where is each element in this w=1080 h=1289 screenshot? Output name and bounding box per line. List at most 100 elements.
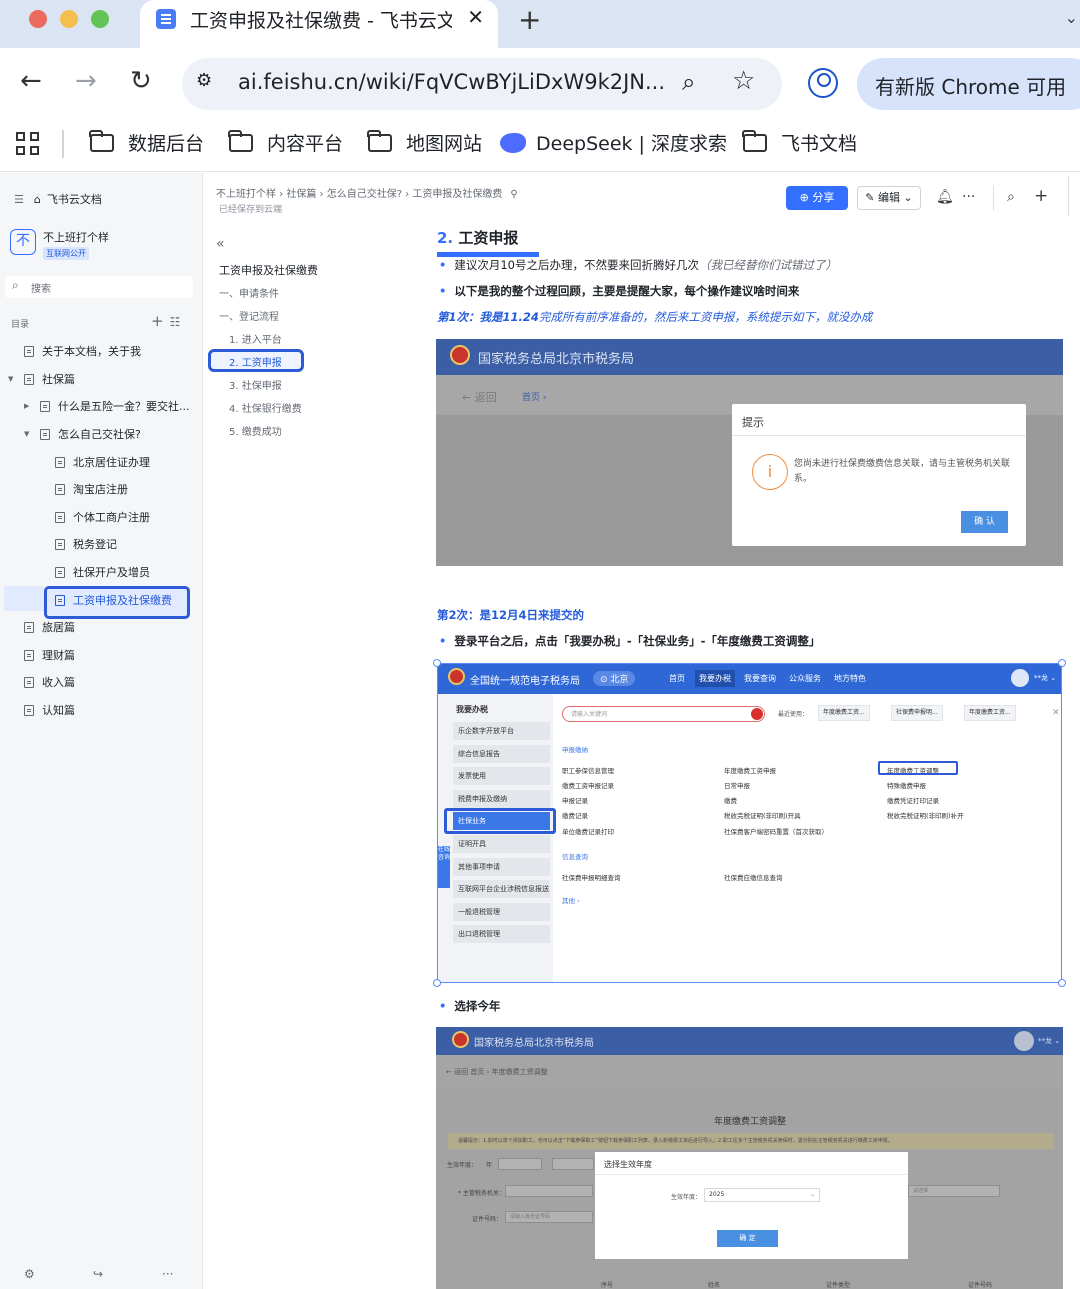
menu-query: 我要查询 [744, 674, 776, 683]
recent-chip: 年度缴费工资... [818, 705, 870, 721]
service-link: 缴费 [724, 797, 737, 805]
pin-icon[interactable]: ⚲ [510, 189, 517, 200]
bookmark-deepseek[interactable]: DeepSeek | 深度求索 [500, 129, 727, 156]
bookmark-content-platform[interactable]: 内容平台 [228, 129, 343, 156]
resize-handle[interactable] [1058, 979, 1066, 987]
share-arrow-icon[interactable]: ↪ [93, 1267, 103, 1281]
sidebar-item-cognition[interactable]: 认知篇 [24, 698, 75, 722]
more-options-icon[interactable]: ··· [962, 189, 975, 205]
search-icon[interactable]: ⌕ [1007, 189, 1015, 205]
expand-caret-icon[interactable]: ▼ [24, 430, 34, 438]
sidebar-search-input[interactable]: ⌕ 搜索 [5, 276, 193, 298]
bureau-header: 国家税务总局北京市税务局 [436, 339, 1063, 375]
outline-item[interactable]: 一、申请条件 [219, 285, 279, 300]
maximize-window-button[interactable] [91, 10, 109, 28]
resize-handle[interactable] [433, 979, 441, 987]
outline-item[interactable]: 4. 社保银行缴费 [229, 400, 302, 415]
add-icon[interactable]: + [1034, 186, 1048, 206]
active-tab[interactable]: 工资申报及社保缴费 - 飞书云文档 ✕ [140, 0, 498, 48]
resize-handle[interactable] [433, 659, 441, 667]
doc-icon [24, 345, 34, 357]
outline-title[interactable]: 工资申报及社保缴费 [219, 262, 318, 278]
bureau-title: 国家税务总局北京市税务局 [478, 352, 635, 367]
space-logo-icon: 不 [10, 229, 36, 255]
screenshot-tax-bureau-prompt[interactable]: 国家税务总局北京市税务局 ← 返回 首页 › 提示 i 您尚未进行社保费缴费信息… [436, 339, 1063, 566]
sidebar-item-five-insurances[interactable]: ▶ 什么是五险一金？要交社... [24, 394, 190, 418]
expand-caret-icon[interactable]: ▼ [8, 375, 18, 383]
doc-icon [55, 483, 65, 495]
collapse-sidebar-icon[interactable]: ☰ [14, 193, 24, 206]
profile-avatar-icon[interactable] [808, 68, 838, 98]
search-icon: ⌕ [12, 278, 19, 292]
outline-item-active[interactable]: 2. 工资申报 [229, 354, 282, 369]
sidebar-item-salary-declaration[interactable]: 工资申报及社保缴费 [55, 588, 172, 612]
close-window-button[interactable] [29, 10, 47, 28]
outline-item[interactable]: 一、登记流程 [219, 308, 279, 323]
sidebar-item-finance[interactable]: 理财篇 [24, 643, 75, 667]
sidebar-item-business-registration[interactable]: 个体工商户注册 [55, 505, 150, 529]
doc-icon [55, 566, 65, 578]
site-settings-icon[interactable]: ⚙ [196, 70, 222, 96]
service-link: 缴费工资申报记录 [562, 782, 614, 790]
settings-icon[interactable]: ⚙ [24, 1267, 35, 1281]
left-menu-item: 一般退税管理 [453, 903, 550, 921]
share-button[interactable]: ⊕ 分享 [786, 186, 848, 210]
breadcrumb[interactable]: 不上班打个样 › 社保篇 › 怎么自己交社保? › 工资申报及社保缴费 ⚲ [216, 185, 518, 200]
new-tab-button[interactable]: + [518, 3, 541, 36]
sidebar-footer: ⚙ ↪ ··· [0, 1267, 203, 1287]
sidebar-home[interactable]: ☰ ⌂ 飞书云文档 [14, 191, 102, 207]
sidebar-item-residence-permit[interactable]: 北京居住证办理 [55, 450, 150, 474]
sidebar-item-taobao[interactable]: 淘宝店注册 [55, 477, 128, 501]
collapse-outline-icon[interactable]: « [216, 236, 225, 252]
edit-mode-button[interactable]: ✎ 编辑 ⌄ [857, 186, 921, 210]
site-title: 全国统一规范电子税务局 [470, 676, 580, 687]
apps-grid-icon[interactable] [16, 132, 40, 156]
left-menu-item: 出口退税管理 [453, 925, 550, 943]
back-button[interactable]: ← [20, 66, 42, 96]
sidebar-item-income[interactable]: 收入篇 [24, 670, 75, 694]
forward-button[interactable]: → [75, 66, 97, 96]
address-bar[interactable]: ⚙ ai.feishu.cn/wiki/FqVCwBYjLiDxW9k2JN..… [182, 58, 782, 110]
sidebar-item-account-opening[interactable]: 社保开户及增员 [55, 560, 150, 584]
dialog-message: 您尚未进行社保费缴费信息关联，请与主管税务机关联系。 [794, 459, 1011, 484]
notification-bell-icon[interactable]: 🔔︎ [936, 189, 954, 205]
search-icon[interactable]: ⌕ [682, 68, 695, 96]
add-page-icon[interactable]: + [151, 312, 170, 330]
chrome-update-button[interactable]: 有新版 Chrome 可用 [857, 58, 1080, 110]
outline-item[interactable]: 1. 进入平台 [229, 331, 282, 346]
active-row-background [4, 586, 44, 611]
bookmark-map-sites[interactable]: 地图网站 [367, 129, 482, 156]
sidebar-item-self-pay[interactable]: ▼ 怎么自己交社保? [24, 422, 141, 446]
outline-item[interactable]: 5. 缴费成功 [229, 423, 282, 438]
bullet-advice: 建议次月10号之后办理，不然要来回折腾好几次（我已经替你们试错过了） [439, 257, 837, 273]
resize-handle[interactable] [1058, 659, 1066, 667]
left-menu-item: 乐企数字开放平台 [453, 722, 550, 740]
home-link: 首页 › [522, 393, 547, 403]
screenshot-e-tax-bureau[interactable]: 全国统一规范电子税务局 ⊙ 北京 首页 我要办税 我要查询 公众服务 地方特色 … [437, 663, 1062, 983]
recent-chip: 社保费申报明... [891, 705, 943, 721]
bookmark-star-icon[interactable]: ☆ [732, 66, 755, 96]
url-text[interactable]: ai.feishu.cn/wiki/FqVCwBYjLiDxW9k2JN... [238, 70, 665, 94]
sidebar-item-travel[interactable]: 旅居篇 [24, 615, 75, 639]
reload-button[interactable]: ↻ [130, 66, 152, 96]
tab-search-icon[interactable]: ⌄ [1065, 8, 1078, 27]
screenshot-annual-salary-adjust[interactable]: 国家税务总局北京市税务局 **龙 ⌄ ← 返回 首页 › 年度缴费工资调整 年度… [436, 1027, 1063, 1289]
collapse-caret-icon[interactable]: ▶ [24, 402, 34, 410]
sidebar-item-social-security[interactable]: ▼ 社保篇 [8, 367, 75, 391]
bookmark-data-backend[interactable]: 数据后台 [89, 129, 204, 156]
outline-item[interactable]: 3. 社保申报 [229, 377, 282, 392]
more-icon[interactable]: ··· [162, 1267, 173, 1281]
prompt-dialog: 提示 i 您尚未进行社保费缴费信息关联，请与主管税务机关联系。 确 认 [732, 404, 1026, 546]
doc-icon [55, 594, 65, 606]
page-breadcrumb: ← 返回 首页 › 年度缴费工资调整 [446, 1068, 548, 1076]
breadcrumb-text[interactable]: 不上班打个样 › 社保篇 › 怎么自己交社保? › 工资申报及社保缴费 [216, 189, 502, 200]
folder-icon [89, 129, 114, 152]
minimize-window-button[interactable] [60, 10, 78, 28]
id-number-input: 请输入身份证号码 [505, 1211, 593, 1223]
sidebar-item-tax-registration[interactable]: 税务登记 [55, 532, 117, 556]
tab-close-icon[interactable]: ✕ [467, 5, 484, 29]
sidebar-item-about[interactable]: 关于本文档，关于我 [24, 339, 141, 363]
dialog-year-label: 生效年度： [671, 1194, 702, 1201]
bookmark-feishu-docs[interactable]: 飞书文档 [742, 129, 857, 156]
sort-list-icon[interactable]: ☷ [170, 315, 187, 329]
